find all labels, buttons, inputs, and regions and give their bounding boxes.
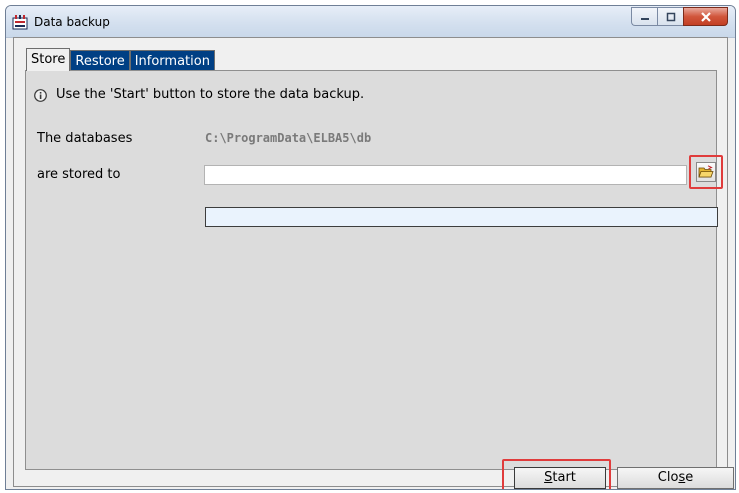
maximize-button[interactable] <box>657 7 683 26</box>
tab-store[interactable]: Store <box>26 48 71 71</box>
close-button[interactable]: Close <box>617 467 734 489</box>
tab-strip: Store Restore Information <box>26 48 215 71</box>
browse-folder-button[interactable] <box>696 162 716 182</box>
dialog-client: Store Restore Information Use the 'Start… <box>13 37 734 489</box>
folder-open-icon <box>698 165 714 178</box>
start-button[interactable]: Start <box>514 467 606 489</box>
title-bar[interactable]: Data backup <box>6 6 735 38</box>
data-backup-window: Data backup Store Restore Information Us… <box>5 5 736 490</box>
store-panel: Use the 'Start' button to store the data… <box>25 70 723 470</box>
start-label-rest: tart <box>552 470 576 485</box>
tab-information[interactable]: Information <box>129 50 215 71</box>
info-message: Use the 'Start' button to store the data… <box>56 87 365 102</box>
info-icon <box>34 89 47 102</box>
stored-to-label: are stored to <box>37 167 121 182</box>
close-window-button[interactable] <box>683 7 728 26</box>
window-title: Data backup <box>34 15 110 29</box>
browse-highlight <box>689 155 723 189</box>
minimize-icon <box>640 17 649 20</box>
databases-label: The databases <box>37 131 133 146</box>
close-label-pre: Clo <box>657 470 679 485</box>
app-icon <box>12 15 28 30</box>
maximize-icon <box>666 12 675 21</box>
minimize-button[interactable] <box>631 7 657 26</box>
destination-path-field[interactable] <box>204 165 687 185</box>
tab-restore[interactable]: Restore <box>70 50 130 71</box>
caption-buttons <box>631 7 728 26</box>
backup-progress-bar <box>205 207 718 227</box>
databases-path: C:\ProgramData\ELBA5\db <box>205 131 372 145</box>
close-label-rest: e <box>685 470 694 485</box>
close-icon <box>700 11 711 22</box>
